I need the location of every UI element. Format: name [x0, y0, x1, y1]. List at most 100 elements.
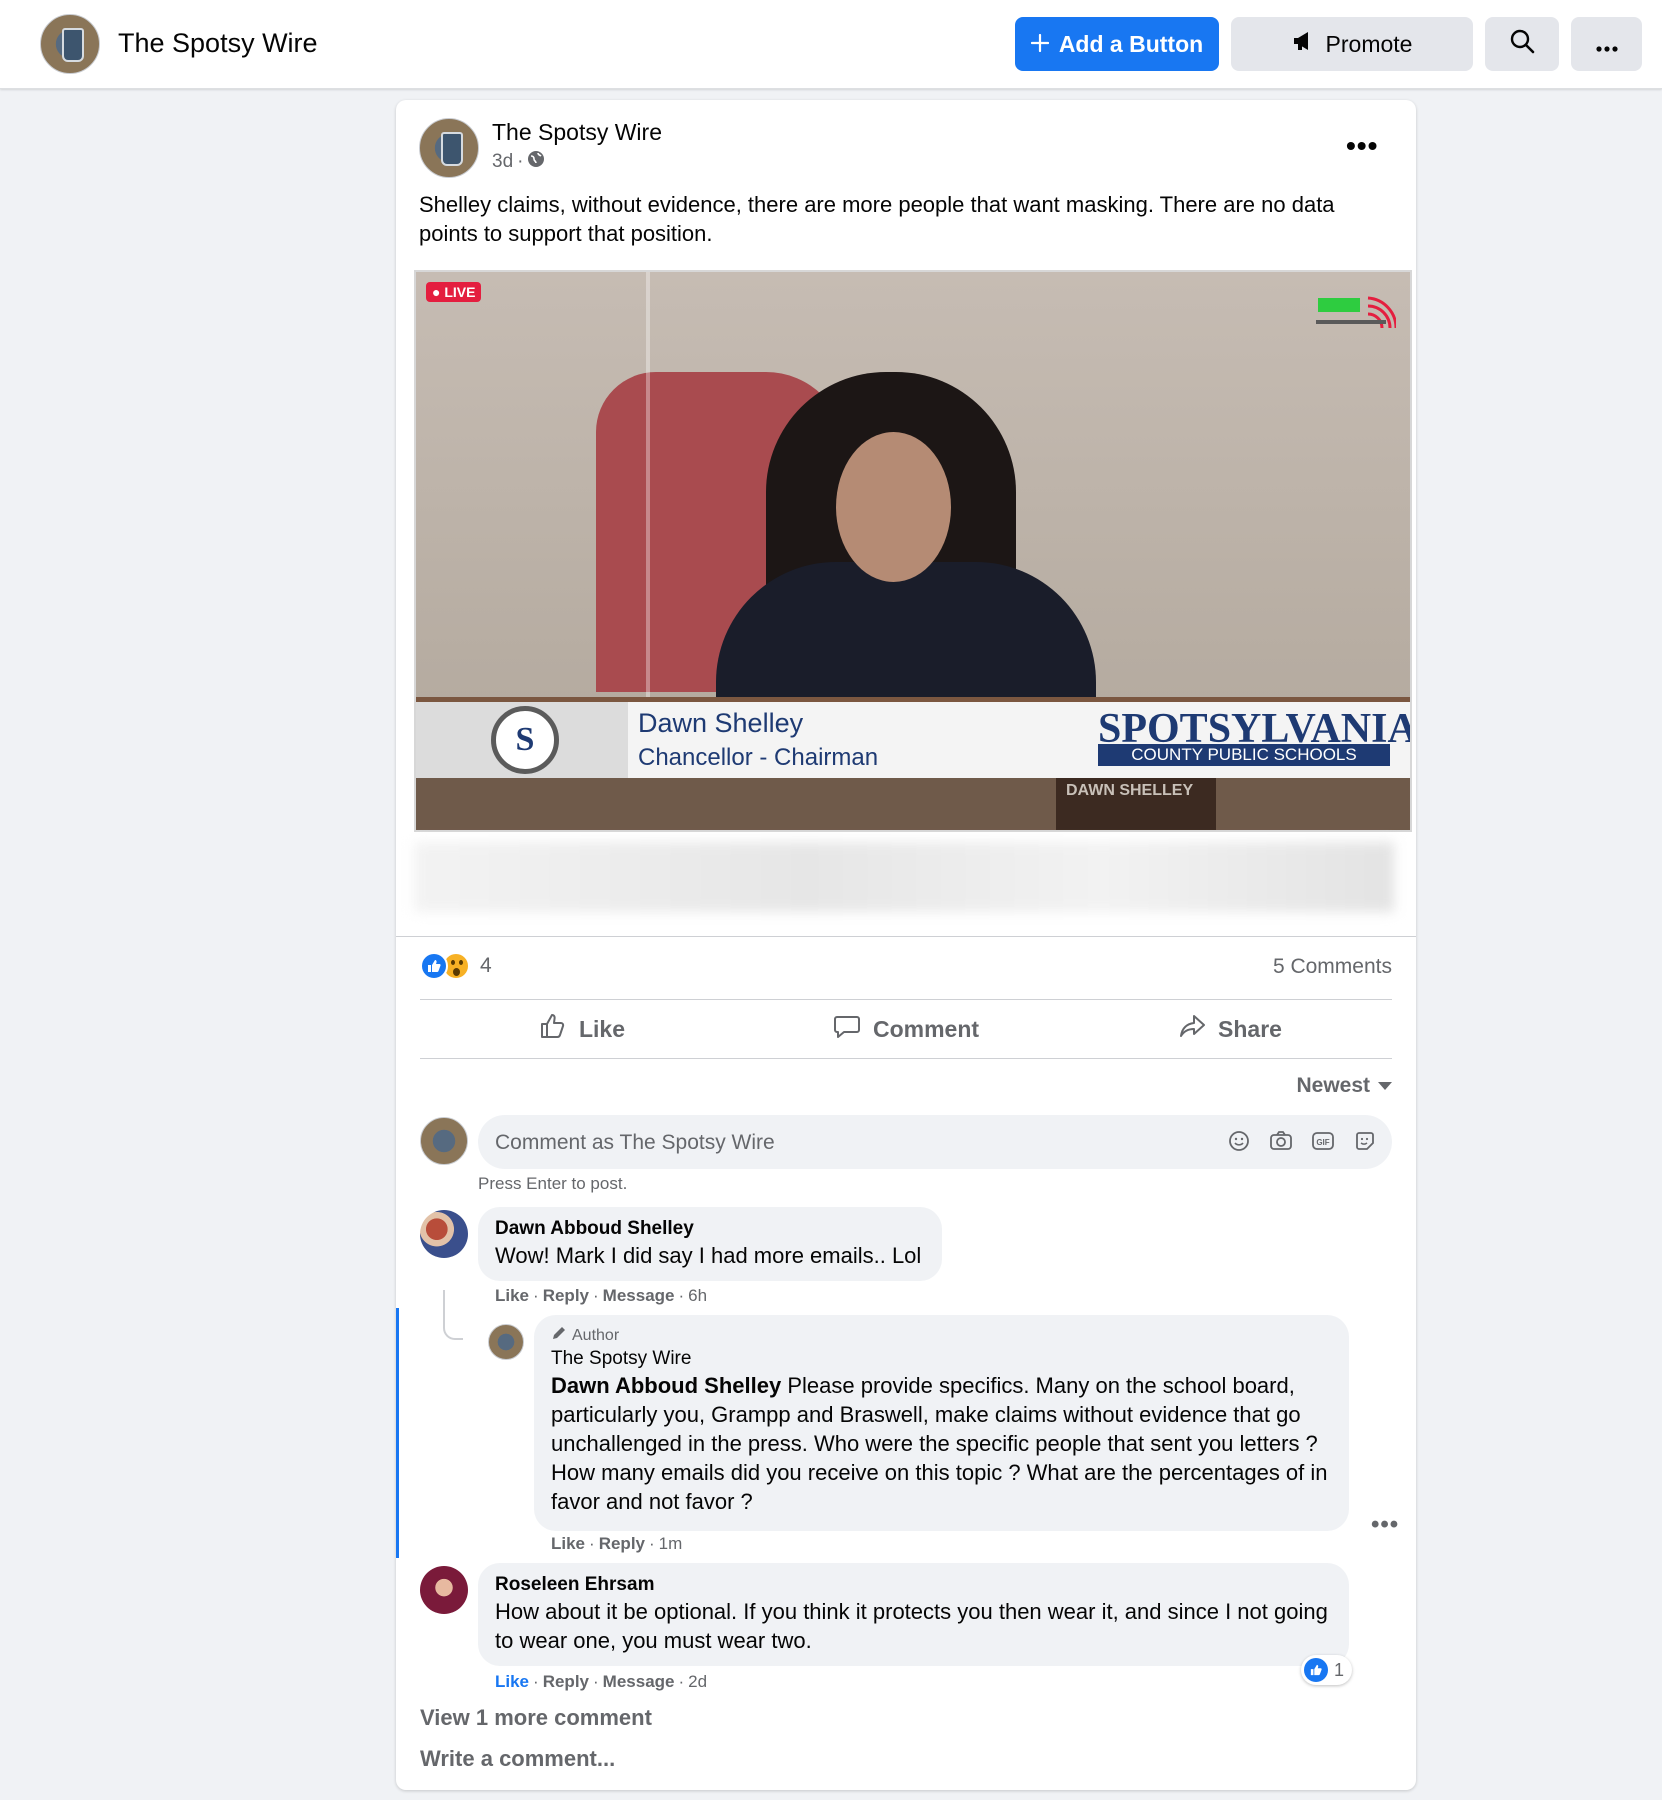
separator: · [678, 1672, 685, 1691]
comment-label: Comment [872, 1015, 980, 1042]
reply-author-avatar[interactable] [488, 1324, 524, 1360]
comment-reaction-count[interactable]: 1 [1301, 1655, 1353, 1685]
comment-bubble: Roseleen Ehrsam How about it be optional… [478, 1563, 1349, 1666]
mention-link[interactable]: Dawn Abboud Shelley [551, 1373, 781, 1398]
comment-input-placeholder: Comment as The Spotsy Wire [495, 1131, 775, 1154]
comment-bubble: Dawn Abboud Shelley Wow! Mark I did say … [478, 1207, 942, 1281]
reply-like-link[interactable]: Like [551, 1534, 585, 1554]
meta-separator: · [517, 151, 524, 172]
speaker-title: Chancellor - Chairman [638, 744, 879, 771]
commenter-name[interactable]: Roseleen Ehrsam [495, 1573, 1332, 1597]
reply-bubble: Author The Spotsy Wire Dawn Abboud Shell… [534, 1315, 1349, 1531]
reaction-count: 4 [480, 954, 492, 977]
video-lower-third: S Dawn Shelley Chancellor - Chairman SPO… [416, 702, 1410, 778]
pencil-icon [551, 1325, 567, 1347]
commenter-avatar[interactable] [420, 1566, 468, 1614]
composer-tools: GIF [1226, 1128, 1378, 1154]
plus-icon [1030, 31, 1049, 58]
share-label: Share [1218, 1015, 1282, 1042]
search-icon [1509, 28, 1535, 60]
share-arrow-icon [1178, 1012, 1206, 1046]
press-enter-hint: Press Enter to post. [478, 1174, 628, 1193]
post-meta: 3d · [492, 150, 545, 174]
post-options-icon[interactable]: ••• [1346, 130, 1378, 162]
view-more-comments-link[interactable]: View 1 more comment [420, 1705, 652, 1731]
search-button[interactable] [1485, 17, 1559, 71]
reactions-summary[interactable]: 4 [420, 952, 492, 980]
post-author-avatar[interactable] [419, 118, 479, 178]
composer-avatar [420, 1117, 468, 1165]
page-name[interactable]: The Spotsy Wire [118, 28, 318, 59]
post-text: Shelley claims, without evidence, there … [419, 192, 1335, 246]
school-logo-area: S [416, 702, 628, 778]
separator: · [593, 1286, 599, 1305]
like-label: Like [578, 1015, 626, 1042]
author-badge-label: Author [572, 1327, 620, 1344]
live-label: LIVE [444, 284, 476, 300]
add-a-button-label: Add a Button [1058, 30, 1204, 57]
thread-highlight [396, 1308, 399, 1558]
comment-time[interactable]: 2d [688, 1672, 707, 1692]
sort-label: Newest [1296, 1074, 1370, 1097]
page-header: The Spotsy Wire Add a Button Promote [0, 0, 1662, 89]
sticker-icon[interactable] [1352, 1128, 1378, 1154]
gif-icon[interactable]: GIF [1310, 1128, 1336, 1154]
broadcast-logo-icon [1316, 296, 1396, 329]
thumbs-up-icon [539, 1012, 567, 1046]
more-dots-icon [1595, 31, 1618, 58]
commenter-name[interactable]: Dawn Abboud Shelley [495, 1217, 925, 1241]
speaker-name: Dawn Shelley [638, 708, 804, 738]
comment-message-link[interactable]: Message [603, 1286, 675, 1306]
comment-bubble-icon [833, 1012, 861, 1046]
separator: · [533, 1286, 539, 1305]
add-a-button-button[interactable]: Add a Button [1015, 17, 1219, 71]
comment-reply-link[interactable]: Reply [543, 1286, 589, 1306]
author-badge: Author [551, 1325, 1332, 1347]
write-comment-link[interactable]: Write a comment... [420, 1746, 615, 1772]
separator: · [593, 1672, 599, 1691]
reply-options-icon[interactable]: ••• [1371, 1511, 1399, 1539]
comment-sort-dropdown[interactable]: Newest [1296, 1074, 1392, 1098]
reply-time[interactable]: 1m [659, 1534, 683, 1554]
comment-like-link[interactable]: Like [495, 1286, 529, 1306]
comment-input[interactable]: Comment as The Spotsy Wire GIF [478, 1115, 1392, 1169]
separator: · [678, 1286, 685, 1305]
commenter-avatar[interactable] [420, 1210, 468, 1258]
more-options-button[interactable] [1571, 17, 1642, 71]
school-logo: S [491, 706, 559, 774]
comment-actions: Like · Reply · Message · 6h [495, 1286, 707, 1306]
emoji-icon[interactable] [1226, 1128, 1252, 1154]
comment-text: Wow! Mark I did say I had more emails.. … [495, 1243, 922, 1268]
comment-text: How about it be optional. If you think i… [495, 1599, 1328, 1653]
reply-text: Dawn Abboud Shelley Please provide speci… [551, 1371, 1332, 1516]
nameplate-text: DAWN SHELLEY [1066, 782, 1194, 799]
promote-label: Promote [1325, 30, 1413, 57]
promote-button[interactable]: Promote [1231, 17, 1473, 71]
like-button[interactable]: Like [420, 1000, 744, 1058]
post-time[interactable]: 3d [492, 151, 513, 173]
like-reaction-icon [1304, 1658, 1328, 1682]
blurred-preview [414, 842, 1394, 912]
comment-like-count: 1 [1334, 1659, 1345, 1680]
page-avatar[interactable] [40, 14, 100, 74]
globe-icon[interactable] [527, 150, 545, 174]
megaphone-icon [1292, 30, 1316, 58]
post-actions: Like Comment Share [420, 999, 1392, 1059]
reply-reply-link[interactable]: Reply [599, 1534, 645, 1554]
comment-reply-link[interactable]: Reply [543, 1672, 589, 1692]
reply-author-name[interactable]: The Spotsy Wire [551, 1347, 1332, 1371]
separator: · [649, 1534, 655, 1553]
camera-icon[interactable] [1268, 1128, 1294, 1154]
separator: · [589, 1534, 595, 1553]
comment-like-link[interactable]: Like [495, 1672, 529, 1692]
video-person-face [836, 432, 951, 582]
comments-count[interactable]: 5 Comments [1273, 955, 1392, 979]
reply-actions: Like · Reply · 1m [551, 1534, 682, 1554]
comment-message-link[interactable]: Message [603, 1672, 675, 1692]
comment-button[interactable]: Comment [744, 1000, 1068, 1058]
share-button[interactable]: Share [1068, 1000, 1392, 1058]
comment-time[interactable]: 6h [688, 1286, 707, 1306]
comment-actions: Like · Reply · Message · 2d [495, 1672, 707, 1692]
post-author-name[interactable]: The Spotsy Wire [492, 119, 662, 146]
post-video[interactable]: ● LIVE S Dawn Shelley Chancellor - Chair… [414, 270, 1412, 832]
